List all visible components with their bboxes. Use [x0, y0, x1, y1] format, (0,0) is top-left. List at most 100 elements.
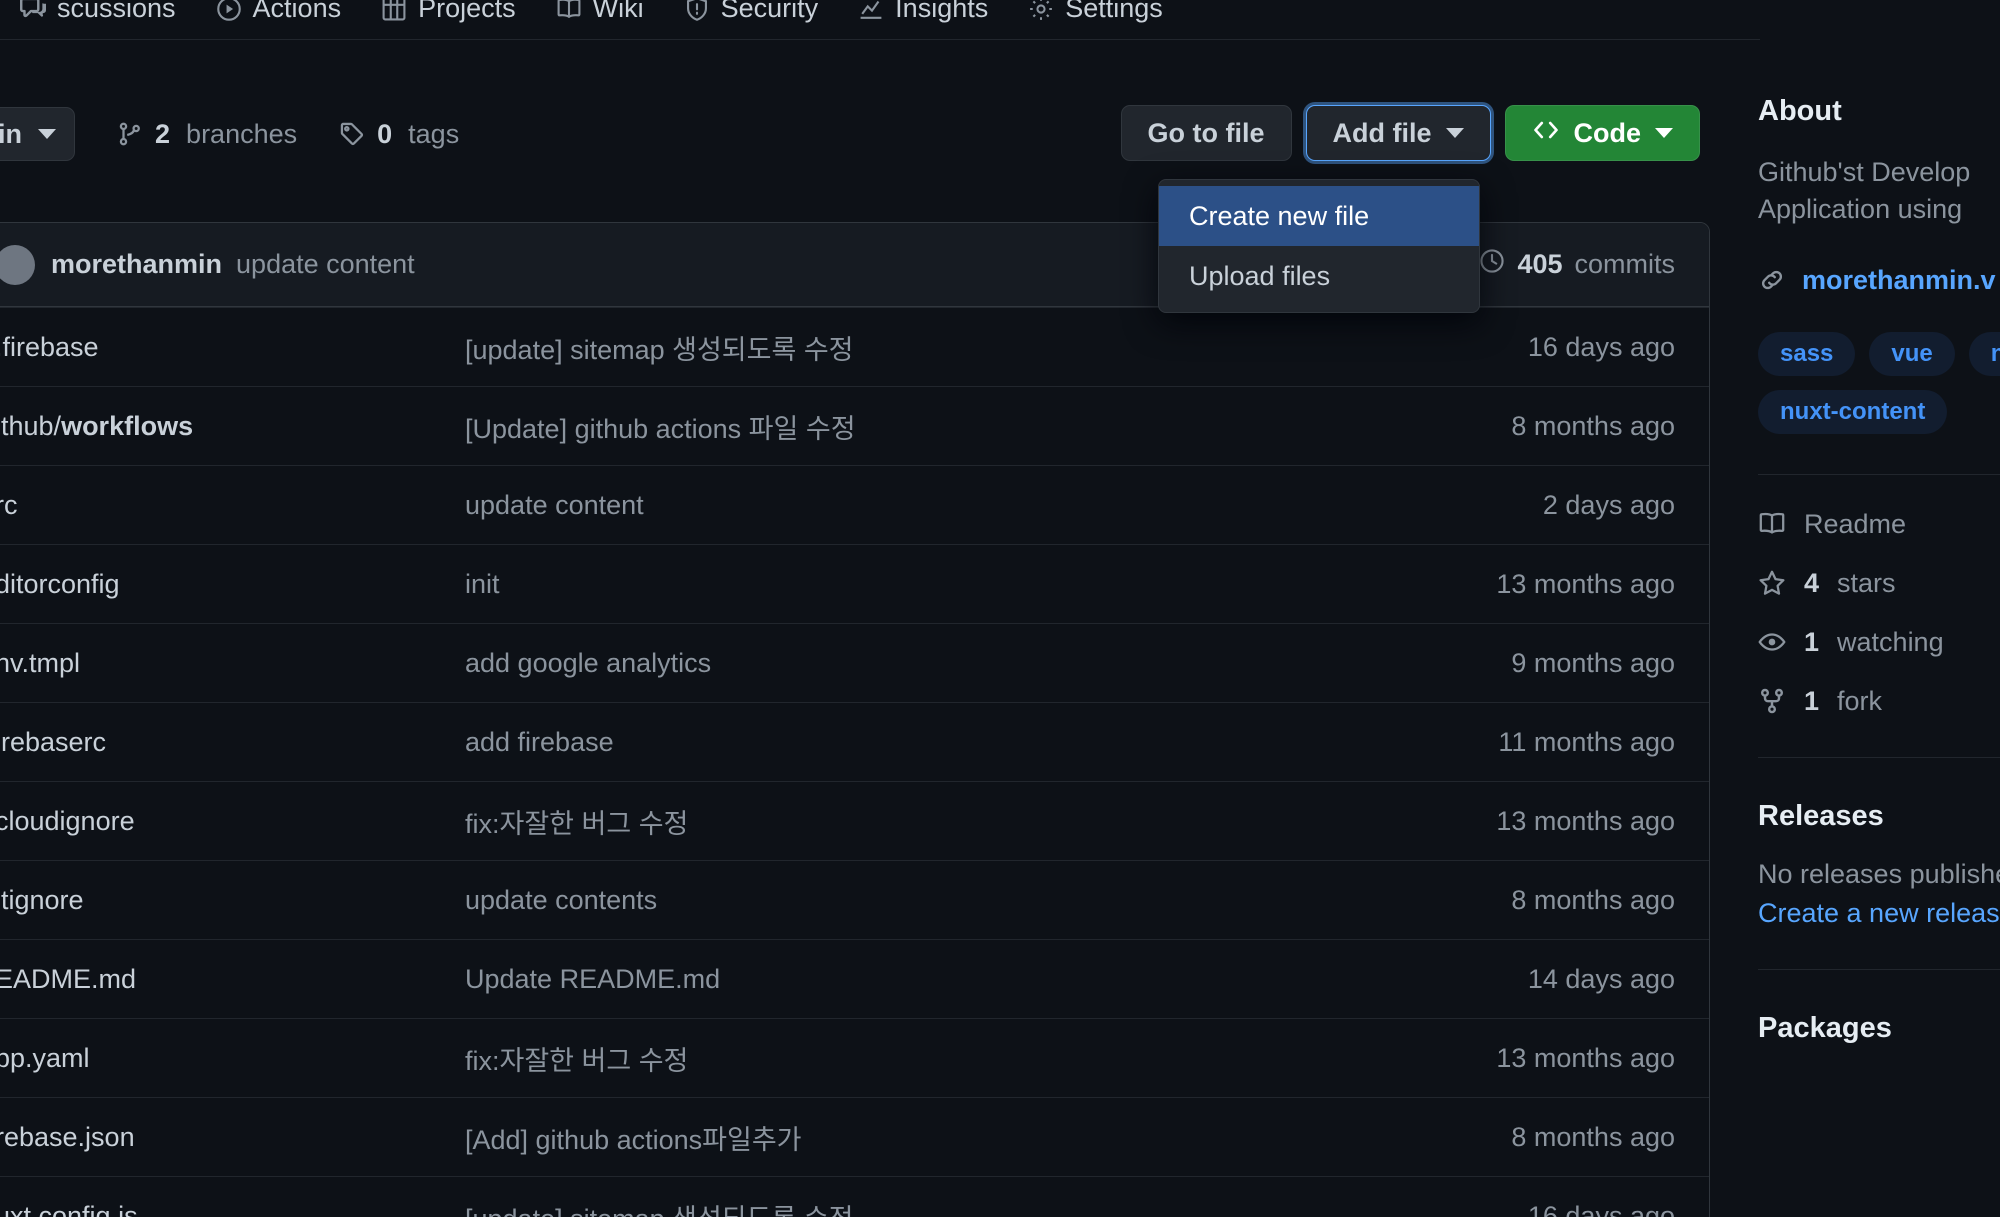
- table-row[interactable]: itignore update contents 8 months ago: [0, 860, 1709, 939]
- nav-item-settings[interactable]: Settings: [1008, 0, 1183, 40]
- nav-item-label: Wiki: [592, 0, 644, 23]
- file-commit-time: 2 days ago: [1542, 489, 1675, 520]
- table-row[interactable]: ditorconfig init 13 months ago: [0, 544, 1709, 623]
- file-commit-message[interactable]: update content: [465, 490, 1375, 521]
- file-commit-time: 16 days ago: [1527, 1200, 1675, 1217]
- file-commit-message[interactable]: [update] sitemap 생성되도록 수정: [465, 1197, 1375, 1217]
- tags-link[interactable]: 0 tags: [339, 119, 459, 150]
- table-row[interactable]: uxt.config.js [update] sitemap 생성되도록 수정 …: [0, 1176, 1709, 1217]
- avatar: [0, 244, 35, 285]
- nav-item-actions[interactable]: Actions: [196, 0, 362, 40]
- star-icon: [1758, 569, 1786, 597]
- file-commit-message[interactable]: [Update] github actions 파일 수정: [465, 407, 1375, 446]
- file-commit-message[interactable]: Update README.md: [465, 964, 1375, 995]
- file-commit-time: 16 days ago: [1527, 331, 1675, 362]
- website-link[interactable]: morethanmin.v: [1802, 265, 1996, 296]
- play-icon: [216, 0, 242, 22]
- branches-link[interactable]: 2 branches: [117, 119, 297, 150]
- topic-tag[interactable]: nu: [1968, 331, 2000, 376]
- stat-watching[interactable]: 1 watching: [1758, 627, 2000, 658]
- file-name[interactable]: rebase.json: [0, 1122, 465, 1153]
- commit-author[interactable]: morethanmin: [51, 249, 222, 280]
- branch-selector-button[interactable]: ain: [0, 107, 76, 161]
- link-icon: [1758, 266, 1786, 294]
- file-name[interactable]: .firebase: [0, 332, 465, 363]
- repo-stats: Readme 4 stars 1 watching 1 fork: [1758, 509, 2000, 717]
- add-file-button[interactable]: Add file: [1305, 105, 1491, 161]
- file-name[interactable]: ditorconfig: [0, 569, 465, 600]
- menu-item-label: Upload files: [1189, 260, 1331, 291]
- table-row[interactable]: irebaserc add firebase 11 months ago: [0, 702, 1709, 781]
- create-release-link[interactable]: Create a new release: [1758, 898, 2000, 929]
- menu-item-upload-files[interactable]: Upload files: [1159, 246, 1479, 306]
- file-commit-time: 13 months ago: [1496, 1042, 1675, 1073]
- file-name[interactable]: uxt.config.js: [0, 1201, 465, 1217]
- file-commit-message[interactable]: fix:자잘한 버그 수정: [465, 1039, 1375, 1078]
- commit-message[interactable]: update content: [236, 249, 415, 280]
- menu-item-create-new-file[interactable]: Create new file: [1159, 186, 1479, 246]
- table-row[interactable]: pp.yaml fix:자잘한 버그 수정 13 months ago: [0, 1018, 1709, 1097]
- file-name[interactable]: nv.tmpl: [0, 648, 465, 679]
- file-commit-message[interactable]: fix:자잘한 버그 수정: [465, 802, 1375, 841]
- file-commit-message[interactable]: init: [465, 569, 1375, 600]
- about-description-line1: Github'st Develop: [1758, 157, 1971, 187]
- graph-icon: [858, 0, 884, 22]
- file-name[interactable]: irebaserc: [0, 727, 465, 758]
- table-row[interactable]: rebase.json [Add] github actions파일추가 8 m…: [0, 1097, 1709, 1176]
- topic-tag[interactable]: nuxt-content: [1758, 389, 1948, 434]
- file-commit-message[interactable]: add google analytics: [465, 648, 1375, 679]
- add-file-dropdown-menu: Create new file Upload files: [1158, 179, 1480, 313]
- table-row[interactable]: ithub/workflows [Update] github actions …: [0, 386, 1709, 465]
- file-commit-message[interactable]: [update] sitemap 생성되도록 수정: [465, 328, 1375, 367]
- file-name[interactable]: rc: [0, 490, 465, 521]
- code-icon: [1532, 116, 1560, 151]
- file-name[interactable]: ithub/workflows: [0, 411, 465, 442]
- toolbar-buttons: Go to file Add file Code: [1120, 105, 1700, 161]
- tag-icon: [339, 121, 365, 147]
- tags-count: 0: [377, 118, 393, 149]
- file-name[interactable]: itignore: [0, 885, 465, 916]
- file-commit-message[interactable]: [Add] github actions파일추가: [465, 1118, 1375, 1157]
- table-row[interactable]: EADME.md Update README.md 14 days ago: [0, 939, 1709, 1018]
- nav-item-wiki[interactable]: Wiki: [536, 0, 664, 40]
- file-listing: morethanmin update content 405 commits .…: [0, 222, 1710, 1217]
- go-to-file-button[interactable]: Go to file: [1120, 105, 1292, 161]
- stat-readme[interactable]: Readme: [1758, 509, 2000, 540]
- file-name[interactable]: pp.yaml: [0, 1043, 465, 1074]
- chevron-down-icon: [1655, 128, 1673, 138]
- table-row[interactable]: cloudignore fix:자잘한 버그 수정 13 months ago: [0, 781, 1709, 860]
- commits-count-link[interactable]: 405 commits: [1479, 248, 1675, 281]
- table-row[interactable]: .firebase [update] sitemap 생성되도록 수정 16 d…: [0, 307, 1709, 386]
- file-name[interactable]: cloudignore: [0, 806, 465, 837]
- divider: [1758, 473, 2000, 475]
- commits-count: 405: [1517, 249, 1563, 279]
- stat-stars[interactable]: 4 stars: [1758, 568, 2000, 599]
- stat-label: watching: [1837, 626, 1944, 657]
- nav-item-discussions[interactable]: scussions: [0, 0, 196, 40]
- table-row[interactable]: rc update content 2 days ago: [0, 465, 1709, 544]
- nav-item-insights[interactable]: Insights: [838, 0, 1008, 40]
- file-commit-message[interactable]: update contents: [465, 885, 1375, 916]
- divider: [1758, 756, 2000, 758]
- topic-tag[interactable]: vue: [1869, 331, 1955, 376]
- file-commit-time: 8 months ago: [1511, 1121, 1675, 1152]
- code-button[interactable]: Code: [1504, 105, 1700, 161]
- nav-item-security[interactable]: Security: [664, 0, 839, 40]
- file-name[interactable]: EADME.md: [0, 964, 465, 995]
- releases-section: Releases No releases published Create a …: [1758, 800, 2000, 929]
- chevron-down-icon: [38, 129, 57, 139]
- add-file-label: Add file: [1332, 117, 1432, 148]
- tags-label: tags: [408, 118, 460, 149]
- file-commit-time: 11 months ago: [1498, 726, 1675, 757]
- nav-item-projects[interactable]: Projects: [361, 0, 536, 40]
- gear-icon: [1028, 0, 1054, 22]
- website-link-row[interactable]: morethanmin.v: [1758, 265, 2000, 296]
- topic-tag[interactable]: sass: [1758, 331, 1856, 376]
- book-icon: [1758, 510, 1786, 538]
- table-row[interactable]: nv.tmpl add google analytics 9 months ag…: [0, 623, 1709, 702]
- book-icon: [556, 0, 582, 22]
- topic-list: sass vue nu nuxt-content: [1758, 331, 2000, 434]
- file-commit-message[interactable]: add firebase: [465, 727, 1375, 758]
- stat-forks[interactable]: 1 fork: [1758, 686, 2000, 717]
- stat-number: 4: [1804, 567, 1820, 598]
